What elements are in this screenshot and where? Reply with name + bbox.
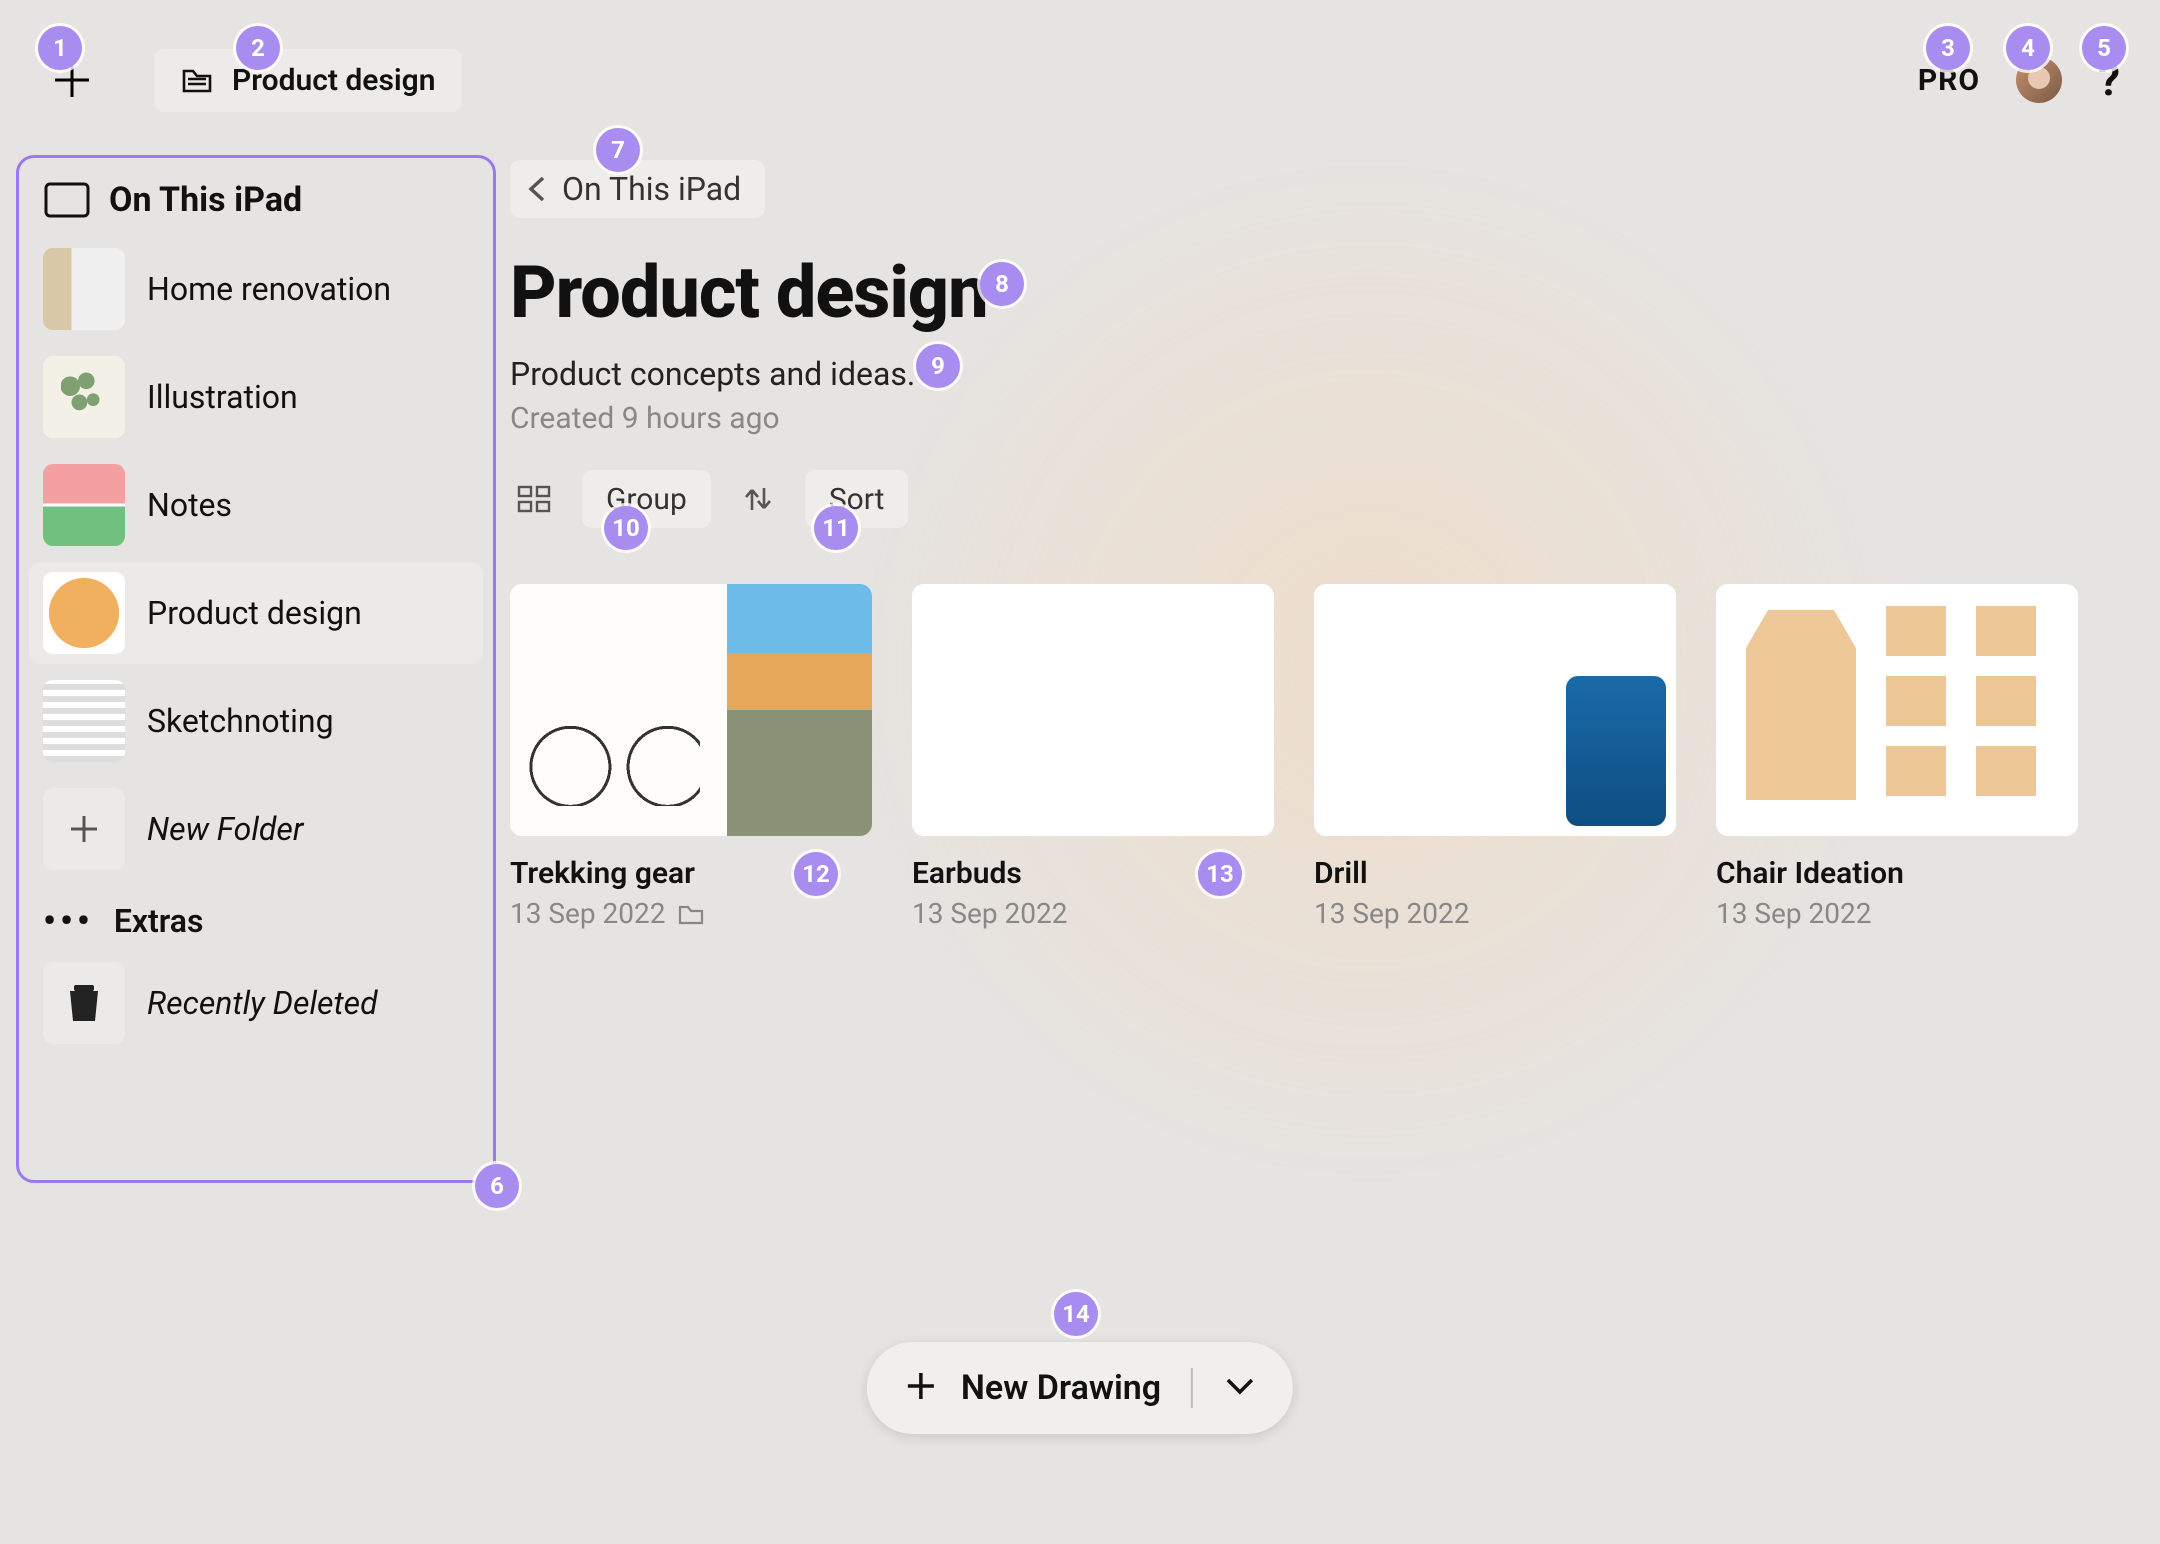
- card-meta: 13 Sep 2022: [1716, 897, 2078, 930]
- folder-icon: [678, 903, 704, 925]
- sidebar-item-label: Notes: [147, 486, 232, 524]
- card-name: Chair Ideation: [1716, 856, 2078, 891]
- avatar[interactable]: [2016, 57, 2062, 103]
- breadcrumb-back[interactable]: On This iPad: [510, 160, 765, 218]
- new-drawing-button[interactable]: New Drawing: [867, 1342, 1293, 1434]
- sidebar-item-label: Home renovation: [147, 270, 391, 308]
- view-mode-icon[interactable]: [510, 470, 560, 528]
- pro-badge[interactable]: PRO: [1918, 63, 1980, 98]
- page-title: Product design: [510, 250, 2120, 335]
- folder-thumb: [43, 248, 125, 330]
- card-thumbnail: [1716, 584, 2078, 836]
- plus-icon: [65, 810, 103, 848]
- card-name: Earbuds: [912, 856, 1274, 891]
- sidebar-item-notes[interactable]: Notes: [29, 454, 483, 556]
- dots-icon: •••: [43, 900, 94, 942]
- sort-direction-icon[interactable]: [733, 470, 783, 528]
- help-button[interactable]: ?: [2098, 54, 2120, 106]
- sidebar-item-label: New Folder: [147, 810, 303, 848]
- separator: [1191, 1368, 1193, 1408]
- sidebar-item-product-design[interactable]: Product design: [29, 562, 483, 664]
- titlebar: Product design PRO ?: [0, 0, 2160, 140]
- sort-button[interactable]: Sort: [805, 470, 909, 528]
- card-date: 13 Sep 2022: [1716, 897, 1872, 930]
- folder-thumb: [43, 464, 125, 546]
- card-date: 13 Sep 2022: [912, 897, 1068, 930]
- sidebar-item-sketchnoting[interactable]: Sketchnoting: [29, 670, 483, 772]
- folder-thumb: [43, 356, 125, 438]
- main-content: On This iPad Product design Product conc…: [510, 160, 2120, 1504]
- sidebar-recently-deleted[interactable]: Recently Deleted: [29, 952, 483, 1054]
- ipad-icon: [43, 181, 91, 219]
- drawings-grid: Trekking gear 13 Sep 2022 Earbuds 13 Sep…: [510, 584, 2120, 930]
- sidebar: On This iPad Home renovation Illustratio…: [16, 155, 496, 1183]
- card-thumbnail: [510, 584, 872, 836]
- card-meta: 13 Sep 2022: [510, 897, 872, 930]
- sidebar-item-label: Recently Deleted: [147, 984, 378, 1022]
- card-drill[interactable]: Drill 13 Sep 2022: [1314, 584, 1676, 930]
- card-thumbnail: [1314, 584, 1676, 836]
- new-drawing-options[interactable]: [1223, 1373, 1257, 1403]
- grid-icon: [517, 484, 553, 514]
- plus-icon: [49, 57, 95, 103]
- card-meta: 13 Sep 2022: [912, 897, 1274, 930]
- card-date: 13 Sep 2022: [510, 897, 666, 930]
- card-date: 13 Sep 2022: [1314, 897, 1470, 930]
- sidebar-new-folder[interactable]: New Folder: [29, 778, 483, 880]
- view-toolbar: Group Sort: [510, 470, 2120, 528]
- folder-thumb: [43, 680, 125, 762]
- tab-product-design[interactable]: Product design: [154, 49, 462, 112]
- plus-icon: [903, 1368, 939, 1408]
- sidebar-header-label: On This iPad: [109, 180, 302, 220]
- trash-icon: [64, 981, 104, 1025]
- sidebar-item-illustration[interactable]: Illustration: [29, 346, 483, 448]
- card-name: Trekking gear: [510, 856, 872, 891]
- new-tab-button[interactable]: [40, 48, 104, 112]
- sidebar-item-label: Illustration: [147, 378, 298, 416]
- sidebar-extras-section[interactable]: ••• Extras: [29, 886, 483, 952]
- tab-label: Product design: [232, 63, 436, 98]
- sort-arrows-icon: [741, 482, 775, 516]
- trash-thumb: [43, 962, 125, 1044]
- card-earbuds[interactable]: Earbuds 13 Sep 2022: [912, 584, 1274, 930]
- card-trekking-gear[interactable]: Trekking gear 13 Sep 2022: [510, 584, 872, 930]
- folder-thumb: [43, 572, 125, 654]
- card-name: Drill: [1314, 856, 1676, 891]
- created-timestamp: Created 9 hours ago: [510, 401, 2120, 436]
- card-meta: 13 Sep 2022: [1314, 897, 1676, 930]
- page-subtitle: Product concepts and ideas.: [510, 355, 2120, 393]
- chevron-left-icon: [524, 174, 552, 204]
- plus-thumb: [43, 788, 125, 870]
- extras-label: Extras: [114, 902, 204, 940]
- group-button[interactable]: Group: [582, 470, 711, 528]
- sidebar-item-label: Product design: [147, 594, 362, 632]
- sidebar-item-label: Sketchnoting: [147, 702, 334, 740]
- card-chair-ideation[interactable]: Chair Ideation 13 Sep 2022: [1716, 584, 2078, 930]
- card-thumbnail: [912, 584, 1274, 836]
- sidebar-location-header[interactable]: On This iPad: [29, 172, 483, 238]
- chevron-down-icon: [1223, 1373, 1257, 1399]
- new-drawing-label: New Drawing: [961, 1368, 1161, 1408]
- breadcrumb-label: On This iPad: [562, 170, 741, 208]
- tab-folder-icon: [180, 65, 214, 95]
- sidebar-item-home-renovation[interactable]: Home renovation: [29, 238, 483, 340]
